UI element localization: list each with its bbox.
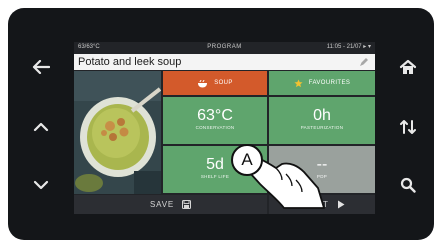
favourites-tile[interactable]: FAVOURITES: [269, 71, 375, 95]
back-arrow-icon: [32, 60, 50, 74]
favourites-label: FAVOURITES: [308, 80, 351, 86]
chevron-up-icon: [33, 122, 49, 132]
recipe-title: Potato and leek soup: [78, 56, 182, 68]
scroll-down-button[interactable]: [26, 170, 56, 200]
callout-badge: A: [231, 144, 263, 176]
play-icon: [337, 200, 345, 209]
soup-bowl-icon: [198, 79, 208, 87]
recipe-name-field[interactable]: Potato and leek soup: [74, 54, 375, 70]
floppy-disk-icon: [181, 200, 191, 209]
scroll-up-button[interactable]: [26, 112, 56, 142]
category-label: SOUP: [214, 80, 233, 86]
sort-arrows-icon: [400, 120, 416, 134]
sort-button[interactable]: [393, 112, 423, 142]
search-icon: [400, 177, 416, 193]
home-icon: [399, 59, 417, 74]
back-button[interactable]: [26, 52, 56, 82]
status-bar: 63/63°C PROGRAM 11:05 - 21/07 ▸ ▾: [74, 42, 375, 53]
callout-label: A: [241, 150, 253, 169]
category-tile[interactable]: SOUP: [163, 71, 267, 95]
star-icon: [294, 78, 303, 87]
temperature-value: 63°C: [197, 107, 233, 124]
pencil-icon[interactable]: [359, 57, 369, 67]
pasteurization-value: 0h: [313, 107, 331, 124]
save-label: SAVE: [150, 200, 174, 209]
recipe-photo: [74, 71, 161, 194]
search-button[interactable]: [393, 170, 423, 200]
chevron-down-icon: [33, 180, 49, 190]
home-button[interactable]: [393, 52, 423, 82]
clock-readout: 11:05 - 21/07 ▸ ▾: [326, 44, 371, 50]
